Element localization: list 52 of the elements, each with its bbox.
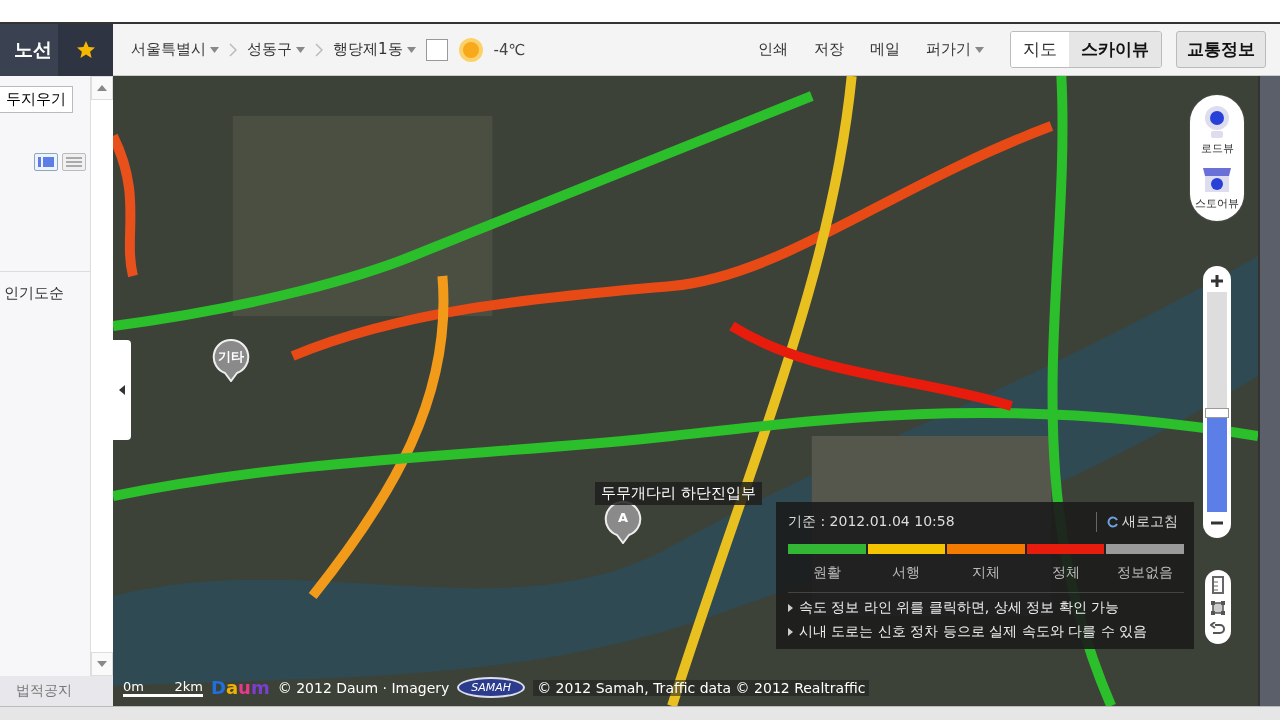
bullet-icon	[788, 604, 793, 612]
timestamp: 기준 : 2012.01.04 10:58	[788, 513, 956, 531]
traffic-button[interactable]: 교통정보	[1176, 31, 1266, 68]
region-dropdown[interactable]: 행당제1동	[333, 40, 416, 59]
toolbar-link[interactable]: 메일	[862, 40, 908, 59]
caret-icon	[210, 46, 219, 53]
caret-icon	[975, 46, 984, 53]
legend-label: 서행	[892, 564, 921, 582]
legend-label: 정보없음	[1117, 564, 1174, 582]
legend-label: 원활	[812, 564, 841, 582]
region-dropdown[interactable]: 성동구	[247, 40, 305, 59]
refresh-button[interactable]: 새로고침	[1096, 512, 1184, 532]
storeview-button[interactable]: 스토어뷰	[1195, 160, 1239, 215]
toolbar-link[interactable]: 저장	[806, 40, 852, 59]
place-label: 두무개다리 하단진입부	[595, 482, 762, 505]
list-view-button[interactable]	[34, 153, 58, 171]
detail-view-button[interactable]	[62, 153, 86, 171]
refresh-icon	[1107, 516, 1119, 528]
checkbox[interactable]	[425, 38, 448, 61]
map-type-tab[interactable]: 지도	[1011, 32, 1069, 67]
window-scrollbar[interactable]	[1258, 76, 1280, 706]
info-note: 시내 도로는 신호 정차 등으로 실제 속도와 다를 수 있음	[799, 623, 1148, 641]
map-type-tab[interactable]: 스카이뷰	[1069, 32, 1161, 67]
scroll-up-icon[interactable]	[97, 85, 107, 91]
info-note: 속도 정보 라인 위를 클릭하면, 상세 정보 확인 가능	[799, 599, 1120, 617]
logo: Daum	[211, 677, 270, 698]
caret-icon	[296, 46, 305, 53]
toolbar-link[interactable]: 인쇄	[750, 40, 796, 59]
scroll-down-icon[interactable]	[97, 661, 107, 667]
zoom-slider[interactable]	[1207, 292, 1227, 512]
attribution-text: © 2012 Samah, Traffic data © 2012 Realtraffic	[533, 679, 870, 696]
bullet-icon	[788, 628, 793, 636]
caret-icon	[406, 46, 416, 53]
temperature: -4℃	[493, 40, 526, 59]
share-menu[interactable]: 퍼가기	[918, 40, 992, 59]
chevron-icon	[229, 42, 237, 57]
sun-icon	[457, 36, 484, 63]
ruler-icon[interactable]	[1211, 576, 1225, 594]
plus-icon	[1210, 274, 1224, 288]
scale-bar: 0m 2km	[123, 678, 203, 697]
legend-label: 정체	[1051, 564, 1080, 582]
nav-tab[interactable]: 노선	[0, 24, 58, 76]
clear-button[interactable]: 두지우기	[0, 86, 73, 113]
chevron-icon	[315, 42, 323, 57]
region-dropdown[interactable]: 서울특별시	[131, 40, 219, 59]
area-icon[interactable]	[1210, 600, 1226, 616]
collapse-handle[interactable]	[113, 340, 131, 440]
copyright-text: © 2012 Daum · Imagery	[277, 679, 450, 696]
roadview-button[interactable]: 로드뷰	[1200, 101, 1234, 160]
camera-icon	[1202, 105, 1232, 139]
legend-label: 지체	[972, 564, 1000, 582]
star-icon[interactable]	[75, 40, 96, 60]
